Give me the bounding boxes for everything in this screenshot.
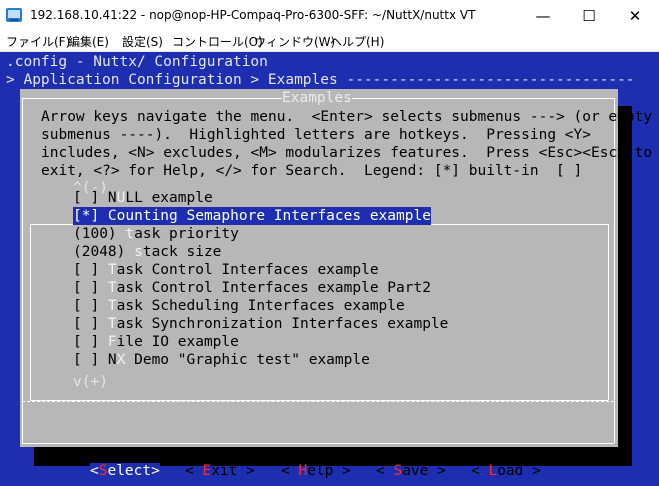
option-hotkey: s	[134, 244, 143, 260]
exit-button[interactable]: < Exit >	[185, 462, 255, 480]
menu-settings[interactable]: 設定(S)	[122, 33, 163, 50]
option-hotkey: T	[107, 316, 117, 332]
button-text: <	[471, 463, 489, 479]
close-button[interactable]: ✕	[612, 0, 658, 31]
button-text: elect>	[107, 463, 160, 479]
config-option[interactable]: [ ] Task Control Interfaces example Part…	[73, 279, 431, 297]
help-line-3: includes, <N> excludes, <M> modularizes …	[41, 145, 653, 161]
option-text: tack size	[142, 244, 222, 260]
config-title: .config - Nuttx/ Configuration	[6, 54, 268, 70]
button-text: <	[281, 463, 299, 479]
menu-edit[interactable]: 編集(E)	[68, 33, 109, 50]
option-text: [ ]	[73, 316, 108, 332]
minimize-icon: —	[535, 6, 551, 25]
option-text: [ ]	[73, 262, 108, 278]
option-text: [ ] N	[73, 190, 117, 206]
menu-window[interactable]: ウィンドウ(W)	[254, 33, 335, 50]
option-hotkey: T	[107, 262, 117, 278]
button-label: < Help >	[281, 463, 351, 479]
maximize-button[interactable]: ☐	[566, 0, 612, 31]
breadcrumb: > Application Configuration > Examples -…	[6, 72, 635, 88]
save-button[interactable]: < Save >	[376, 462, 446, 480]
option-text: [ ]	[73, 280, 108, 296]
option-text: Demo "Graphic test" example	[125, 352, 370, 368]
terminal-area[interactable]: .config - Nuttx/ Configuration > Applica…	[0, 52, 659, 486]
option-hotkey: C	[107, 208, 117, 224]
option-text: ask Control Interfaces example	[116, 262, 379, 278]
option-text: (100)	[73, 226, 126, 242]
button-text: <	[90, 463, 99, 479]
window-title: 192.168.10.41:22 - nop@nop-HP-Compaq-Pro…	[30, 8, 476, 22]
config-option[interactable]: [ ] NULL example	[73, 189, 213, 207]
window-titlebar: 192.168.10.41:22 - nop@nop-HP-Compaq-Pro…	[0, 0, 659, 31]
help-line-1: Arrow keys navigate the menu. <Enter> se…	[41, 109, 653, 125]
button-text: ave >	[402, 463, 446, 479]
option-text: LL example	[125, 190, 213, 206]
option-hotkey: T	[107, 280, 117, 296]
option-hotkey: F	[107, 334, 117, 350]
button-text: oad >	[497, 463, 541, 479]
menubar: ファイル(F) 編集(E) 設定(S) コントロール(O) ウィンドウ(W) ヘ…	[0, 31, 659, 52]
button-text: <	[185, 463, 203, 479]
option-text: [ ]	[73, 298, 108, 314]
help-line-4: exit, <?> for Help, </> for Search. Lege…	[41, 163, 583, 179]
help-button[interactable]: < Help >	[281, 462, 351, 480]
config-option[interactable]: [*] Counting Semaphore Interfaces exampl…	[73, 207, 431, 225]
button-hotkey: S	[393, 463, 403, 479]
config-option[interactable]: (100) task priority	[73, 225, 239, 243]
option-text: [*]	[73, 208, 108, 224]
option-text: ask Control Interfaces example Part2	[116, 280, 431, 296]
button-text: xit >	[211, 463, 255, 479]
config-option[interactable]: (2048) stack size	[73, 243, 221, 261]
maximize-icon: ☐	[582, 6, 596, 25]
menu-control[interactable]: コントロール(O)	[172, 33, 263, 50]
config-option[interactable]: [ ] Task Scheduling Interfaces example	[73, 297, 405, 315]
button-hotkey: H	[298, 463, 308, 479]
minimize-button[interactable]: —	[520, 0, 566, 31]
config-option[interactable]: [ ] Task Synchronization Interfaces exam…	[73, 315, 448, 333]
config-option[interactable]: [ ] NX Demo "Graphic test" example	[73, 351, 370, 369]
menu-file[interactable]: ファイル(F)	[6, 33, 70, 50]
menu-help[interactable]: ヘルプ(H)	[330, 33, 384, 50]
option-text: (2048)	[73, 244, 135, 260]
option-text: ounting Semaphore Interfaces example	[116, 208, 431, 224]
option-hotkey: t	[125, 226, 135, 242]
option-text: ask Synchronization Interfaces example	[116, 316, 449, 332]
option-text: ask Scheduling Interfaces example	[116, 298, 405, 314]
scroll-down-indicator: v(+)	[73, 373, 108, 391]
option-text: [ ] N	[73, 352, 117, 368]
close-icon: ✕	[628, 6, 642, 25]
select-button[interactable]: <Select>	[90, 462, 160, 480]
button-hotkey: E	[202, 463, 212, 479]
button-text: <	[376, 463, 394, 479]
option-hotkey: T	[107, 298, 117, 314]
dialog-title: Examples	[282, 89, 352, 107]
menuconfig-dialog: Examples Arrow keys navigate the menu. <…	[20, 89, 652, 479]
load-button[interactable]: < Load >	[471, 462, 541, 480]
button-label: <Select>	[90, 463, 160, 479]
terminal-app-icon	[6, 8, 22, 22]
button-hotkey: L	[488, 463, 498, 479]
option-text: [ ]	[73, 334, 108, 350]
option-text: ile IO example	[116, 334, 239, 350]
button-label: < Exit >	[185, 463, 255, 479]
button-text: elp >	[307, 463, 351, 479]
config-option[interactable]: [ ] File IO example	[73, 333, 239, 351]
option-text: ask priority	[134, 226, 239, 242]
help-line-2: submenus ----). Highlighted letters are …	[41, 127, 591, 143]
button-label: < Load >	[471, 463, 541, 479]
config-option[interactable]: [ ] Task Control Interfaces example	[73, 261, 379, 279]
button-label: < Save >	[376, 463, 446, 479]
